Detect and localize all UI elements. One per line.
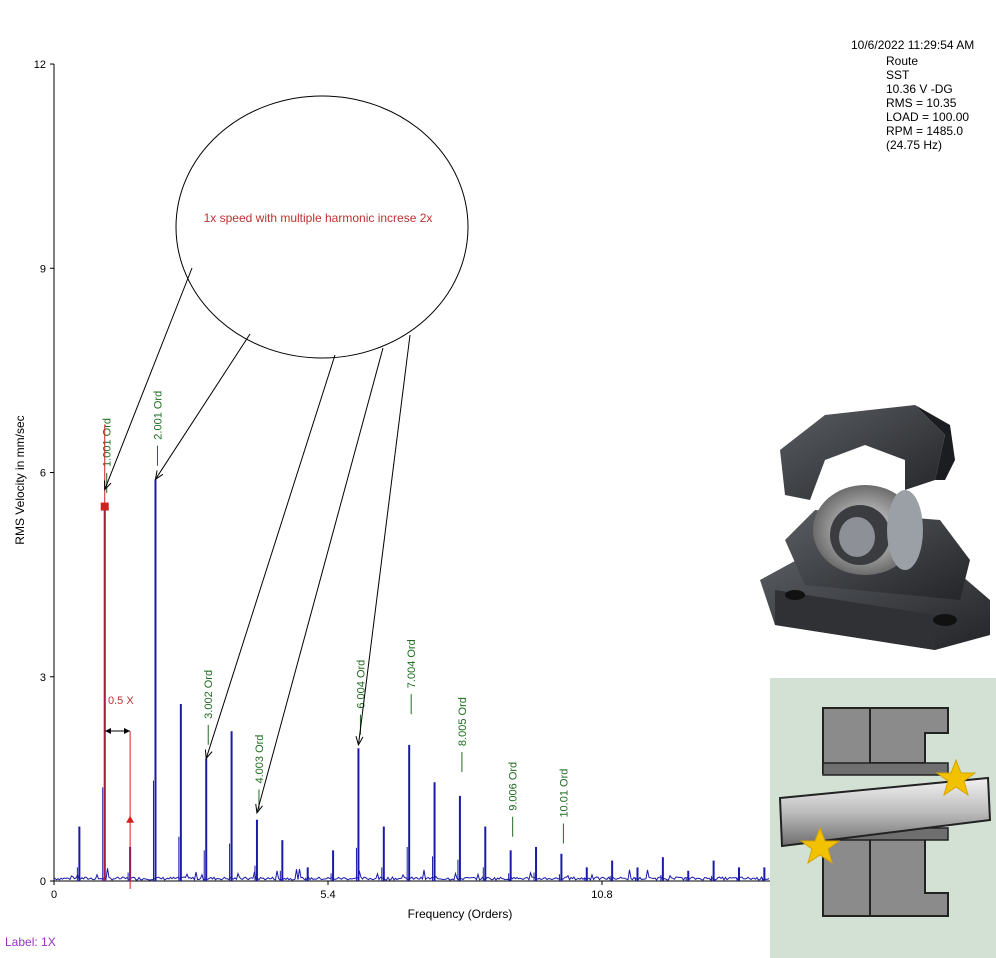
shaft-misalignment-image <box>770 678 996 958</box>
annotation-arrows <box>104 267 411 815</box>
measurement-info: Route SST 10.36 V -DG RMS = 10.35 LOAD =… <box>886 54 969 152</box>
annotation-arrow <box>155 333 251 480</box>
annotation-arrowhead <box>154 470 164 481</box>
y-tick-label: 12 <box>34 59 46 71</box>
y-tick-label: 0 <box>40 876 46 888</box>
order-label: 3.002 Ord <box>203 670 215 719</box>
order-label: 7.004 Ord <box>406 639 418 688</box>
x-axis-label: Frequency (Orders) <box>408 907 513 921</box>
cursor-markers <box>100 424 135 889</box>
info-line: LOAD = 100.00 <box>886 110 970 124</box>
info-line: 10.36 V -DG <box>886 82 953 96</box>
order-label: 10.01 Ord <box>558 769 570 818</box>
annotation: 1x speed with multiple harmonic increse … <box>104 95 469 815</box>
chart-axes <box>53 64 770 882</box>
y-tick-label: 3 <box>40 672 46 684</box>
x-tick-label: 0 <box>51 889 57 901</box>
x-tick-label: 10.8 <box>591 889 612 901</box>
order-labels: 1.001 Ord2.001 Ord3.002 Ord4.003 Ord6.00… <box>102 391 570 844</box>
order-label: 4.003 Ord <box>254 735 266 784</box>
cursor-marker-1x <box>100 502 109 511</box>
spectrum-noise <box>53 868 770 882</box>
footer-label: Label: 1X <box>5 935 56 949</box>
order-label: 9.006 Ord <box>508 762 520 811</box>
annotation-arrow <box>357 334 411 745</box>
info-line: (24.75 Hz) <box>886 138 943 152</box>
order-label: 8.005 Ord <box>457 697 469 746</box>
bearing-housing-image <box>760 405 990 650</box>
timestamp: 10/6/2022 11:29:54 AM <box>851 38 975 52</box>
annotation-ellipse <box>175 95 469 359</box>
info-line: RMS = 10.35 <box>886 96 957 110</box>
half-x-bracket: 0.5 X <box>105 695 134 734</box>
y-tick-label: 9 <box>40 263 46 275</box>
info-line: RPM = 1485.0 <box>886 124 964 138</box>
cursor-marker-half-x <box>126 815 135 823</box>
info-line: Route <box>886 54 919 68</box>
info-line: SST <box>886 68 910 82</box>
order-label: 2.001 Ord <box>152 391 164 440</box>
y-axis-label: RMS Velocity in mm/sec <box>13 415 27 544</box>
annotation-arrow <box>256 347 384 814</box>
annotation-arrow <box>104 267 193 490</box>
annotation-text: 1x speed with multiple harmonic increse … <box>204 211 433 225</box>
order-label: 1.001 Ord <box>102 418 114 467</box>
half-x-label: 0.5 X <box>108 695 134 707</box>
annotation-arrow <box>205 354 336 759</box>
x-tick-label: 5.4 <box>320 889 335 901</box>
y-tick-label: 6 <box>40 468 46 480</box>
